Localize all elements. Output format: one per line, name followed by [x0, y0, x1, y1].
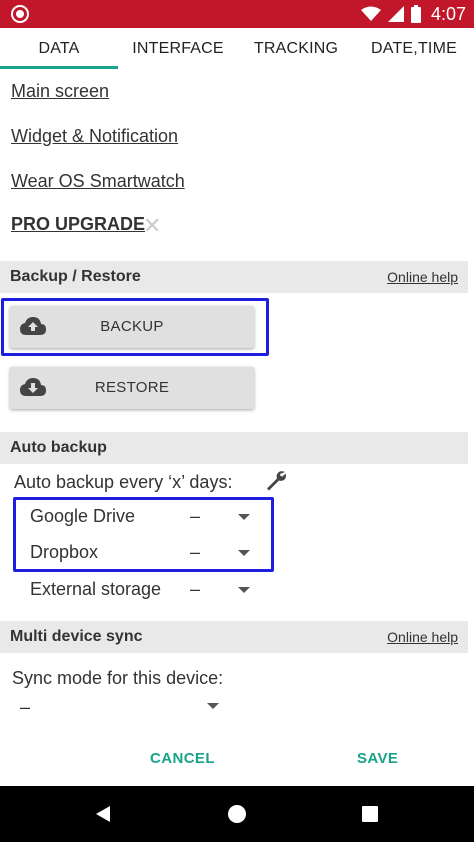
- save-button[interactable]: SAVE: [357, 750, 398, 767]
- widget-notification-link[interactable]: Widget & Notification: [11, 126, 178, 147]
- status-time: 4:07: [430, 3, 466, 24]
- pro-upgrade-link[interactable]: PRO UPGRADE: [11, 214, 145, 235]
- back-icon[interactable]: [96, 806, 110, 822]
- signal-icon: [387, 6, 404, 22]
- restore-button[interactable]: RESTORE: [10, 367, 254, 409]
- section-title: Auto backup: [10, 439, 107, 456]
- backup-highlight-box: [1, 298, 269, 356]
- auto-backup-header: Auto backup: [0, 432, 468, 464]
- wrench-icon[interactable]: [265, 470, 287, 492]
- online-help-link[interactable]: Online help: [387, 629, 458, 645]
- wifi-icon: [360, 6, 381, 21]
- close-icon[interactable]: ✕: [143, 215, 161, 237]
- section-title: Multi device sync: [10, 628, 143, 645]
- sync-mode-label: Sync mode for this device:: [12, 668, 224, 688]
- external-storage-value[interactable]: –: [190, 579, 200, 600]
- cancel-button[interactable]: CANCEL: [150, 750, 215, 767]
- tab-interface[interactable]: INTERFACE: [118, 28, 238, 69]
- status-bar: 4:07: [0, 0, 474, 28]
- backup-restore-header: Backup / Restore Online help: [0, 261, 468, 293]
- recent-apps-icon[interactable]: [362, 806, 378, 822]
- wear-os-link[interactable]: Wear OS Smartwatch: [11, 171, 185, 192]
- chevron-down-icon[interactable]: [207, 703, 219, 709]
- auto-backup-every-label: Auto backup every ‘x’ days:: [14, 472, 233, 492]
- tab-indicator: [0, 66, 118, 69]
- section-title: Backup / Restore: [10, 268, 141, 285]
- online-help-link[interactable]: Online help: [387, 269, 458, 285]
- tab-tracking[interactable]: TRACKING: [238, 28, 354, 69]
- sync-mode-value[interactable]: –: [20, 697, 30, 718]
- multi-device-sync-header: Multi device sync Online help: [0, 621, 468, 653]
- home-icon[interactable]: [228, 805, 246, 823]
- external-storage-label: External storage: [30, 579, 162, 599]
- restore-label: RESTORE: [94, 379, 170, 396]
- main-screen-link[interactable]: Main screen: [11, 81, 109, 102]
- app-record-icon: [11, 5, 29, 23]
- status-icons: 4:07: [360, 3, 466, 25]
- tab-bar: DATA INTERFACE TRACKING DATE,TIME: [0, 28, 474, 69]
- chevron-down-icon[interactable]: [238, 587, 250, 593]
- battery-icon: [410, 5, 421, 23]
- navigation-bar: [0, 786, 474, 842]
- tab-date-time[interactable]: DATE,TIME: [354, 28, 474, 69]
- tab-data[interactable]: DATA: [0, 28, 118, 69]
- cloud-options-highlight-box: [13, 497, 274, 572]
